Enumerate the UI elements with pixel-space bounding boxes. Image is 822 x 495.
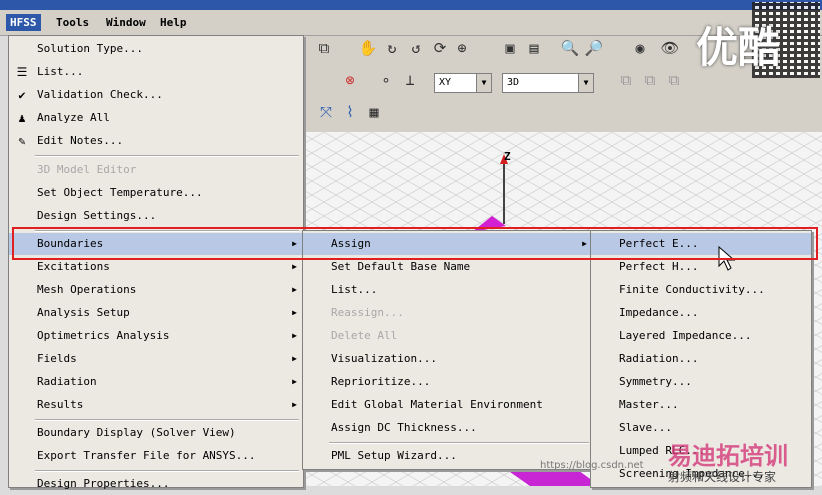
selection-highlight-box [12, 227, 818, 260]
menu-item-list[interactable]: ☰ List... [9, 61, 303, 83]
menu-item-finite-conductivity[interactable]: Finite Conductivity... [591, 279, 811, 301]
boundaries-submenu: Assign ▶ Set Default Base Name List... Re… [302, 230, 594, 470]
menu-item-3d-model-editor: 3D Model Editor [37, 163, 137, 176]
menu-hfss[interactable]: HFSS [6, 14, 41, 31]
rotate-axis-icon[interactable]: ↺ [406, 38, 426, 58]
z-axis-label: Z [504, 150, 511, 163]
fit-all-icon[interactable]: ▣ [500, 38, 520, 58]
tagline-watermark: 射频和天线设计专家 [668, 470, 777, 484]
menu-item-delete-all: Delete All [331, 329, 398, 342]
chevron-down-icon: ▼ [476, 74, 491, 92]
menu-separator [35, 155, 299, 157]
plane-select[interactable]: XY ▼ [434, 73, 492, 93]
menu-item-optimetrics-analysis[interactable]: Optimetrics Analysis ▶ [9, 325, 303, 347]
draw-icon[interactable]: ⤧ [316, 102, 336, 122]
menu-item-reassign: Reassign... [331, 306, 404, 319]
menu-item-radiation[interactable]: Radiation... [591, 348, 811, 370]
copy-disabled-icon: ⧉ [620, 71, 632, 89]
menu-separator [35, 470, 299, 472]
zoom-sync-icon[interactable]: ⊕ [452, 38, 472, 58]
orbit-icon[interactable]: ⟳ [430, 38, 450, 58]
copy-icon[interactable]: ⧉ [314, 38, 334, 58]
point-icon[interactable]: ∘ [376, 70, 396, 90]
menu-item-set-object-temperature[interactable]: Set Object Temperature... [9, 182, 303, 204]
duplicate-disabled-icon: ⧉ [668, 71, 680, 89]
menu-item-radiation[interactable]: Radiation ▶ [9, 371, 303, 393]
menu-item-results[interactable]: Results ▶ [9, 394, 303, 416]
menu-item-fields[interactable]: Fields ▶ [9, 348, 303, 370]
menu-item-edit-notes[interactable]: ✎ Edit Notes... [9, 130, 303, 152]
menu-item-list[interactable]: List... [303, 279, 593, 301]
zoom-out-icon[interactable]: 🔎 [584, 38, 604, 58]
paste-disabled-icon: ⧉ [644, 71, 656, 89]
view-icon[interactable]: ◉ [630, 38, 650, 58]
list-icon: ☰ [16, 65, 28, 79]
menu-item-validation-check[interactable]: ✔ Validation Check... [9, 84, 303, 106]
menu-tools[interactable]: Tools [52, 14, 93, 31]
menu-item-mesh-operations[interactable]: Mesh Operations ▶ [9, 279, 303, 301]
menu-item-master[interactable]: Master... [591, 394, 811, 416]
validation-check-icon: ✔ [18, 88, 26, 102]
url-watermark: https://blog.csdn.net [540, 460, 644, 471]
menu-item-symmetry[interactable]: Symmetry... [591, 371, 811, 393]
menu-item-assign-dc-thickness[interactable]: Assign DC Thickness... [303, 417, 593, 439]
submenu-arrow-icon: ▶ [292, 354, 297, 363]
hfss-menu: Solution Type... ☰ List... ✔ Validation Ch… [8, 35, 304, 490]
menu-item-solution-type[interactable]: Solution Type... [9, 38, 303, 60]
pan-icon[interactable]: ✋ [358, 38, 378, 58]
menu-separator [329, 442, 589, 444]
analyze-icon: ♟ [18, 111, 26, 125]
menu-item-analysis-setup[interactable]: Analysis Setup ▶ [9, 302, 303, 324]
menu-window[interactable]: Window [102, 14, 150, 31]
menu-help[interactable]: Help [156, 14, 191, 31]
menu-item-boundary-display[interactable]: Boundary Display (Solver View) [9, 422, 303, 444]
stop-icon[interactable]: ⊗ [340, 70, 360, 90]
menu-item-layered-impedance[interactable]: Layered Impedance... [591, 325, 811, 347]
brand-watermark: 易迪拓培训 [668, 442, 788, 470]
submenu-arrow-icon: ▶ [292, 285, 297, 294]
submenu-arrow-icon: ▶ [292, 308, 297, 317]
submenu-arrow-icon: ▶ [292, 400, 297, 409]
youku-watermark: 优酷 [696, 23, 781, 72]
chevron-down-icon: ▼ [578, 74, 593, 92]
menu-separator [35, 419, 299, 421]
eye-icon[interactable]: 👁 [660, 38, 680, 58]
menu-item-visualization[interactable]: Visualization... [303, 348, 593, 370]
polyline-icon[interactable]: ⌇ [340, 102, 360, 122]
menu-item-analyze-all[interactable]: ♟ Analyze All [9, 107, 303, 129]
menu-item-design-properties[interactable]: Design Properties... [9, 473, 303, 495]
submenu-arrow-icon: ▶ [292, 377, 297, 386]
mode-select[interactable]: 3D ▼ [502, 73, 594, 93]
zoom-in-icon[interactable]: 🔍 [560, 38, 580, 58]
title-bar [0, 0, 822, 10]
rotate-icon[interactable]: ↻ [382, 38, 402, 58]
submenu-arrow-icon: ▶ [292, 331, 297, 340]
menu-item-edit-global-material-environment[interactable]: Edit Global Material Environment [303, 394, 593, 416]
menu-item-impedance[interactable]: Impedance... [591, 302, 811, 324]
menu-item-reprioritize[interactable]: Reprioritize... [303, 371, 593, 393]
menu-item-export-transfer-file[interactable]: Export Transfer File for ANSYS... [9, 445, 303, 467]
menu-item-design-settings[interactable]: Design Settings... [9, 205, 303, 227]
axis-icon[interactable]: ⊥ [400, 70, 420, 90]
measure-icon[interactable]: ▦ [364, 102, 384, 122]
fit-selection-icon[interactable]: ▤ [524, 38, 544, 58]
notes-icon: ✎ [18, 134, 26, 148]
